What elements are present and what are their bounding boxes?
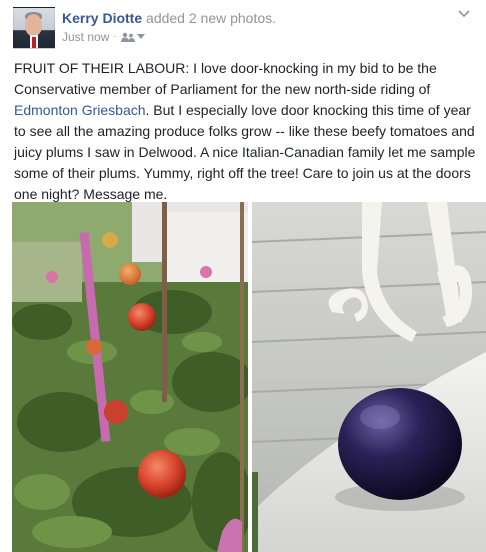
plum-image <box>252 202 486 552</box>
friends-icon[interactable] <box>120 32 145 43</box>
photo-tomatoes[interactable] <box>12 202 248 552</box>
post-action: added 2 new photos. <box>146 10 277 26</box>
photo-plum[interactable] <box>252 202 486 552</box>
facebook-post: Kerry Diotte added 2 new photos. Just no… <box>0 0 486 552</box>
author-name[interactable]: Kerry Diotte <box>62 10 142 26</box>
avatar[interactable] <box>13 7 55 49</box>
options-chevron-icon[interactable] <box>456 6 472 22</box>
post-meta: Just now · <box>62 29 145 45</box>
post-header: Kerry Diotte added 2 new photos. <box>62 9 276 27</box>
post-text: FRUIT OF THEIR LABOUR: I love door-knock… <box>14 58 480 205</box>
timestamp[interactable]: Just now <box>62 29 109 45</box>
location-link[interactable]: Edmonton Griesbach <box>14 102 146 118</box>
avatar-tie <box>32 37 36 48</box>
chevron-down-icon <box>136 34 145 39</box>
post-text-part1: FRUIT OF THEIR LABOUR: I love door-knock… <box>14 60 437 97</box>
avatar-face <box>25 14 42 36</box>
meta-separator: · <box>113 31 117 42</box>
tomato-plant-image <box>12 202 248 552</box>
